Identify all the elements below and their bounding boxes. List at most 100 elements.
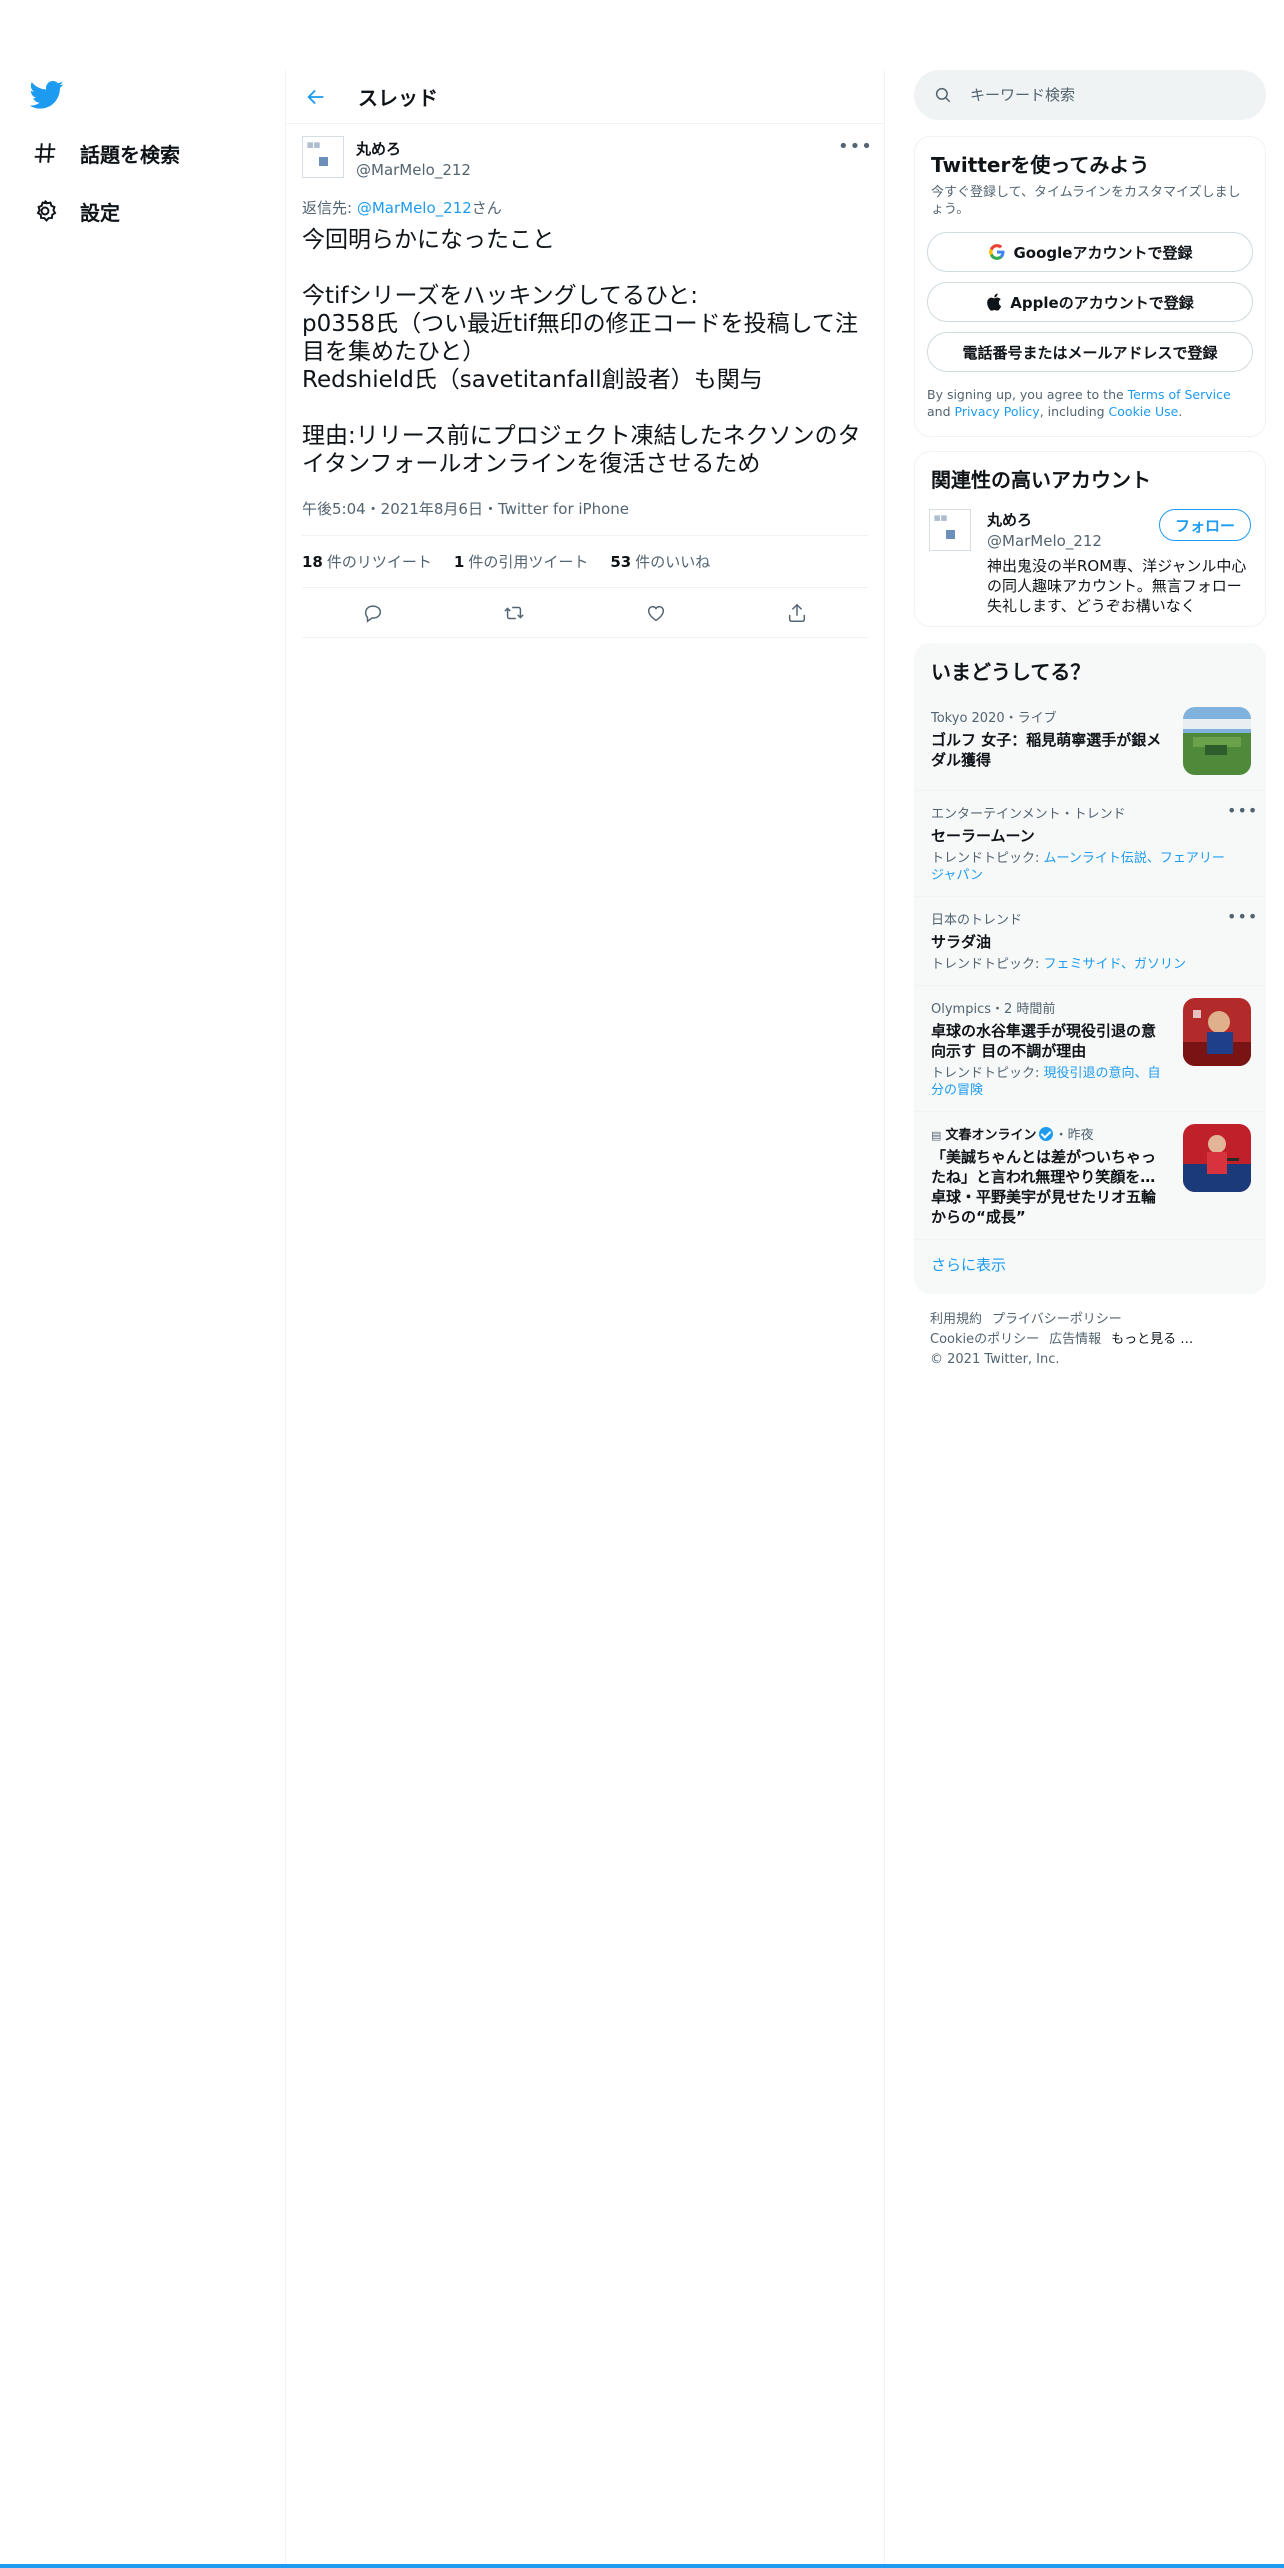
legal-text: .: [1178, 404, 1183, 419]
likes-label: 件のいいね: [635, 553, 711, 571]
nav-item-explore[interactable]: 話題を検索: [30, 131, 180, 175]
cookie-link[interactable]: Cookie Use: [1109, 404, 1179, 419]
trend-topics: トレンドトピック: フェミサイド、ガソリン: [931, 956, 1231, 973]
more-options-icon[interactable]: •••: [838, 136, 872, 160]
verified-badge-icon: [1038, 1127, 1053, 1141]
trend-topics-link[interactable]: フェミサイド、ガソリン: [1044, 957, 1186, 972]
divider: [884, 70, 885, 2568]
trend-item[interactable]: Tokyo 2020・ライブ ゴルフ 女子：稲見萌寧選手が銀メダル獲得: [915, 695, 1265, 791]
trend-title: ゴルフ 女子：稲見萌寧選手が銀メダル獲得: [931, 731, 1162, 769]
reply-suffix: さん: [471, 199, 502, 217]
trend-item[interactable]: Olympics・2 時間前 卓球の水谷隼選手が現役引退の意向示す 目の不調が理…: [915, 986, 1265, 1112]
trend-title: 「美誠ちゃんとは差がついちゃったね」と言われ無理やり笑顔を… 卓球・平野美宇が見…: [931, 1148, 1157, 1226]
user-handle[interactable]: @MarMelo_212: [356, 161, 471, 179]
arrow-left-icon: [307, 89, 324, 104]
search-input[interactable]: [970, 86, 1240, 104]
share-icon[interactable]: [780, 596, 814, 630]
trend-thumbnail: [1183, 1124, 1251, 1192]
news-source-icon: ▤: [931, 1129, 942, 1142]
follow-button[interactable]: フォロー: [1159, 509, 1251, 541]
retweets-stat[interactable]: 18 件のリツイート: [302, 551, 432, 572]
quotes-stat[interactable]: 1 件の引用ツイート: [454, 551, 588, 572]
footer-link-ads[interactable]: 広告情報: [1049, 1332, 1101, 1347]
search-bar[interactable]: [914, 70, 1266, 120]
phone-email-signup-label: 電話番号またはメールアドレスで登録: [962, 343, 1218, 362]
trend-meta: 日本のトレンド: [931, 913, 1023, 928]
left-nav: 話題を検索 設定: [0, 0, 284, 2568]
apple-icon: [986, 293, 1002, 311]
trend-topics-prefix: トレンドトピック:: [931, 1066, 1044, 1081]
trend-topics: トレンドトピック: 現役引退の意向、自分の冒険: [931, 1065, 1166, 1099]
trend-time: ・昨夜: [1054, 1128, 1094, 1143]
terms-link[interactable]: Terms of Service: [1128, 387, 1231, 402]
twitter-logo-icon[interactable]: [29, 80, 64, 114]
nav-item-settings[interactable]: 設定: [30, 189, 120, 233]
legal-text: , including: [1039, 404, 1109, 419]
trend-item[interactable]: ▤ 文春オンライン ・昨夜 「美誠ちゃんとは差がついちゃったね」と言われ無理やり笑…: [915, 1112, 1265, 1240]
quotes-label: 件の引用ツイート: [468, 553, 589, 571]
avatar[interactable]: ▦▦: [302, 136, 344, 178]
trend-topics: トレンドトピック: ムーンライト伝説、フェアリージャパン: [931, 850, 1231, 884]
reply-prefix: 返信先:: [302, 199, 357, 217]
legal-text: and: [927, 404, 955, 419]
trends-card: いまどうしてる？ Tokyo 2020・ライブ ゴルフ 女子：稲見萌寧選手が銀メ…: [914, 643, 1266, 1294]
back-button[interactable]: [296, 77, 336, 117]
retweets-count: 18: [302, 553, 323, 571]
tweet-meta[interactable]: 午後5:04・2021年8月6日・Twitter for iPhone: [302, 498, 868, 536]
display-name[interactable]: 丸めろ: [356, 138, 471, 159]
account-bio: 神出鬼没の半ROM専、洋ジャンル中心の同人趣味アカウント。無言フォロー失礼します…: [987, 557, 1247, 615]
trend-title: セーラームーン: [931, 827, 1035, 845]
bottom-bar: [0, 2564, 1284, 2568]
google-signup-label: Googleアカウントで登録: [1013, 243, 1193, 262]
footer-link-privacy[interactable]: プライバシーポリシー: [992, 1312, 1122, 1327]
more-options-icon[interactable]: •••: [1227, 907, 1257, 926]
avatar[interactable]: ▦▦: [929, 509, 971, 551]
reply-to: 返信先: @MarMelo_212さん: [302, 197, 868, 218]
news-source: 文春オンライン: [945, 1128, 1037, 1143]
reply-icon[interactable]: [356, 596, 390, 630]
legal-text: By signing up, you agree to the: [927, 387, 1128, 402]
google-icon: [988, 243, 1006, 261]
trend-topics-prefix: トレンドトピック:: [931, 851, 1044, 866]
trend-item[interactable]: エンターテインメント・トレンド セーラームーン トレンドトピック: ムーンライト…: [915, 791, 1265, 897]
signup-description: 今すぐ登録して、タイムラインをカスタマイズしましょう。: [931, 185, 1241, 217]
nav-item-label: 設定: [80, 200, 120, 225]
hashtag-icon: [30, 138, 60, 168]
main-column: スレッド ▦▦ 丸めろ @MarMelo_212 ••• 返信先: @MarMe…: [286, 70, 884, 638]
privacy-link[interactable]: Privacy Policy: [955, 404, 1040, 419]
apple-signup-label: Appleのアカウントで登録: [1010, 293, 1194, 312]
tweet-stats: 18 件のリツイート 1 件の引用ツイート 53 件のいいね: [302, 536, 868, 588]
related-account[interactable]: ▦▦ 丸めろ @MarMelo_212 神出鬼没の半ROM専、洋ジャンル中心の同…: [915, 493, 1265, 626]
retweets-label: 件のリツイート: [326, 553, 432, 571]
trend-meta: エンターテインメント・トレンド: [931, 807, 1126, 822]
search-icon: [932, 84, 954, 106]
signup-card: Twitterを使ってみよう 今すぐ登録して、タイムラインをカスタマイズしましょ…: [914, 136, 1266, 437]
thread-header: スレッド: [286, 70, 884, 124]
signup-legal: By signing up, you agree to the Terms of…: [915, 372, 1265, 436]
related-accounts-card: 関連性の高いアカウント ▦▦ 丸めろ @MarMelo_212 神出鬼没の半RO…: [914, 451, 1266, 627]
related-title: 関連性の高いアカウント: [931, 468, 1151, 492]
quotes-count: 1: [453, 553, 465, 571]
page-title: スレッド: [358, 86, 438, 110]
copyright: © 2021 Twitter, Inc.: [930, 1352, 1060, 1367]
trend-thumbnail: [1183, 998, 1251, 1066]
right-sidebar: Twitterを使ってみよう 今すぐ登録して、タイムラインをカスタマイズしましょ…: [914, 70, 1266, 1370]
google-signup-button[interactable]: Googleアカウントで登録: [927, 232, 1253, 272]
more-options-icon[interactable]: •••: [1227, 801, 1257, 820]
footer-link-cookies[interactable]: Cookieのポリシー: [930, 1332, 1039, 1347]
show-more-link[interactable]: さらに表示: [915, 1240, 1265, 1293]
phone-email-signup-button[interactable]: 電話番号またはメールアドレスで登録: [927, 332, 1253, 372]
trend-thumbnail: [1183, 707, 1251, 775]
apple-signup-button[interactable]: Appleのアカウントで登録: [927, 282, 1253, 322]
gear-icon: [30, 196, 60, 226]
footer-more-link[interactable]: もっと見る …: [1111, 1332, 1193, 1347]
likes-stat[interactable]: 53 件のいいね: [610, 551, 710, 572]
footer-link-terms[interactable]: 利用規約: [930, 1312, 982, 1327]
reply-handle-link[interactable]: @MarMelo_212: [357, 199, 472, 217]
trend-title: サラダ油: [931, 933, 992, 951]
trend-topics-prefix: トレンドトピック:: [931, 957, 1044, 972]
retweet-icon[interactable]: [497, 596, 531, 630]
tweet-text: 今回明らかになったこと 今tifシリーズをハッキングしてるひと: p0358氏（…: [302, 227, 861, 477]
trend-item[interactable]: 日本のトレンド サラダ油 トレンドトピック: フェミサイド、ガソリン •••: [915, 897, 1265, 986]
like-icon[interactable]: [639, 596, 673, 630]
